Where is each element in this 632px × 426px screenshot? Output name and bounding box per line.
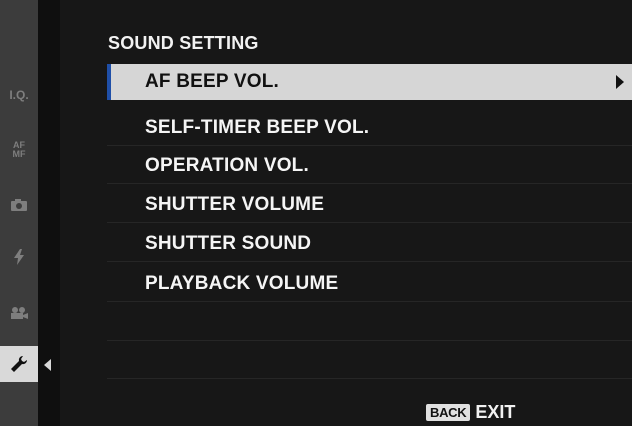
camera-menu-screen: I.Q. AF MF SOUND SETTING AF BEEP VOL. SE… [0,0,632,426]
menu-item-operation-vol[interactable]: OPERATION VOL. [107,148,632,184]
movie-icon [11,307,28,319]
back-button[interactable]: BACK [426,403,471,421]
tab-image-quality[interactable]: I.Q. [0,78,38,112]
menu-item-label: PLAYBACK VOLUME [145,272,339,294]
flash-icon [14,249,24,265]
sound-setting-panel: SOUND SETTING AF BEEP VOL. SELF-TIMER BE… [60,0,632,426]
selection-marker [107,64,111,100]
menu-item-playback-volume[interactable]: PLAYBACK VOLUME [107,266,632,302]
af-mf-icon: AF MF [7,141,31,159]
wrench-icon [11,355,28,372]
left-arrow-icon [44,359,51,371]
menu-item-label: SHUTTER VOLUME [145,193,325,215]
menu-item-label: AF BEEP VOL. [145,71,280,92]
tab-movie[interactable] [0,296,38,330]
tab-shooting[interactable] [0,188,38,222]
menu-item-label: SHUTTER SOUND [145,232,312,254]
menu-item-af-beep-vol[interactable]: AF BEEP VOL. [107,64,632,100]
menu-item-self-timer-beep-vol[interactable]: SELF-TIMER BEEP VOL. [107,110,632,146]
camera-icon [11,199,27,211]
right-arrow-icon [616,75,624,89]
menu-tab-sidebar: I.Q. AF MF [0,0,38,426]
tab-setup[interactable] [0,346,38,382]
menu-item-shutter-volume[interactable]: SHUTTER VOLUME [107,187,632,223]
menu-title: SOUND SETTING [108,33,259,53]
empty-row [107,305,632,341]
menu-item-label: OPERATION VOL. [145,154,309,176]
empty-row [107,343,632,379]
footer-hint: BACK EXIT [426,401,515,423]
menu-item-label: SELF-TIMER BEEP VOL. [145,116,370,138]
image-quality-icon: I.Q. [9,88,29,102]
tab-af-mf[interactable]: AF MF [0,133,38,167]
menu-item-shutter-sound[interactable]: SHUTTER SOUND [107,226,632,262]
exit-label: EXIT [475,401,516,422]
af-mf-label: AF MF [12,140,26,159]
tab-flash[interactable] [0,240,38,274]
